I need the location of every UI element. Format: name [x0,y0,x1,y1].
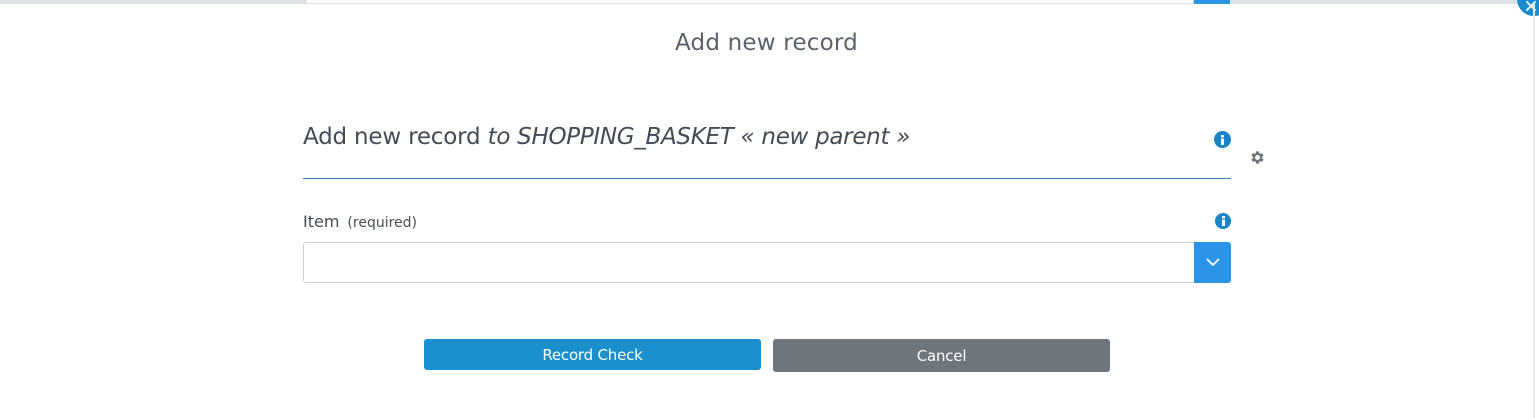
modal-title: Add new record [675,30,858,56]
info-icon[interactable] [1214,131,1231,148]
form-heading-target: to SHOPPING_BASKET « new parent » [487,124,911,150]
modal-dialog: Add new record Add new record to SHOPPIN… [0,0,1539,418]
modal-close-button[interactable] [1517,0,1539,16]
required-indicator: (required) [347,215,418,231]
record-check-button[interactable]: Record Check [424,339,761,370]
item-field-label: Item (required) [303,212,417,231]
chevron-down-icon [1206,258,1219,266]
modal-scrollbar[interactable] [1533,4,1535,418]
form-heading: Add new record to SHOPPING_BASKET « new … [303,124,1231,179]
form-heading-main: Add new record [303,124,481,150]
item-info-icon[interactable] [1215,213,1231,229]
item-select[interactable] [303,242,1195,283]
item-label: Item [303,212,340,231]
background-input [305,0,1194,3]
info-glyph [1221,216,1225,226]
cancel-button[interactable]: Cancel [773,339,1110,372]
gear-icon[interactable] [1249,149,1266,166]
info-glyph [1221,134,1224,145]
background-dropdown-button [1194,0,1230,4]
item-select-dropdown-button[interactable] [1194,242,1231,283]
